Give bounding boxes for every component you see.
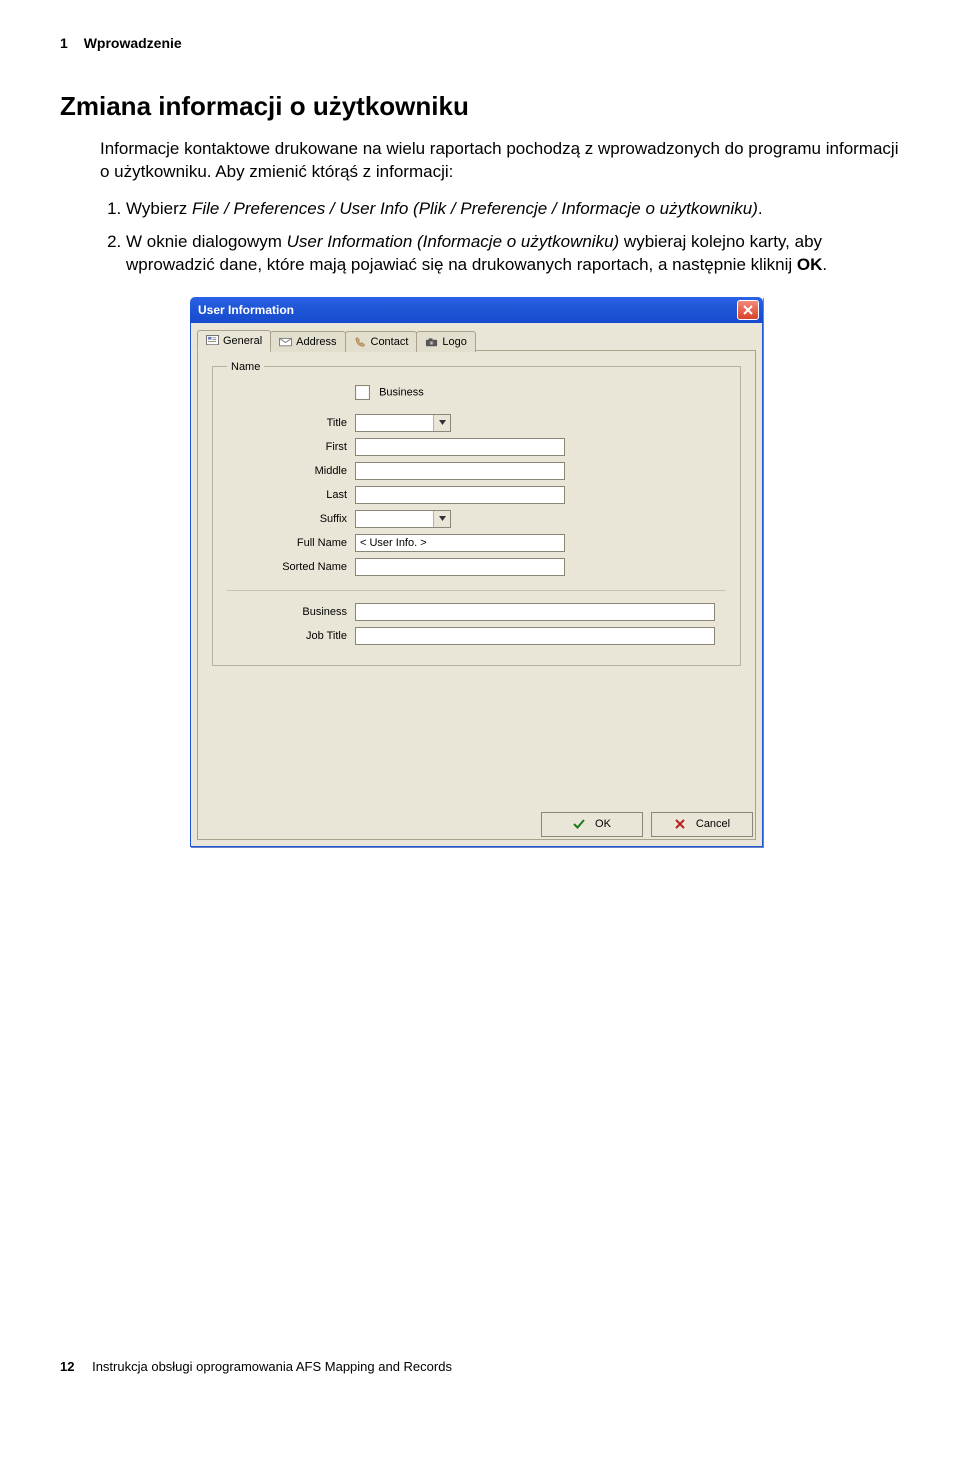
tab-general[interactable]: General	[197, 330, 271, 351]
steps-list: Wybierz File / Preferences / User Info (…	[100, 198, 900, 277]
section-intro: Informacje kontaktowe drukowane na wielu…	[100, 138, 900, 184]
check-icon	[573, 818, 585, 830]
tabs: General Address Contact	[197, 329, 756, 351]
suffix-combo[interactable]	[355, 510, 451, 528]
user-information-dialog: User Information General	[190, 297, 763, 847]
cancel-icon	[674, 818, 686, 830]
first-input[interactable]	[355, 438, 565, 456]
close-button[interactable]	[737, 300, 759, 320]
sortedname-input[interactable]	[355, 558, 565, 576]
tab-contact[interactable]: Contact	[345, 331, 418, 352]
business-label: Business	[227, 606, 355, 618]
phone-icon	[354, 337, 367, 348]
last-input[interactable]	[355, 486, 565, 504]
name-group: Name Business Title	[212, 361, 741, 666]
last-label: Last	[227, 489, 355, 501]
running-header: 1 Wprowadzenie	[60, 35, 900, 51]
ok-button[interactable]: OK	[541, 812, 643, 837]
tab-panel-general: Name Business Title	[197, 351, 756, 840]
step-dialog-name: User Information (Informacje o użytkowni…	[287, 232, 620, 251]
step-text-end: .	[822, 255, 827, 274]
business-input[interactable]	[355, 603, 715, 621]
tab-address[interactable]: Address	[270, 331, 345, 352]
step-menu-path: File / Preferences / User Info (Plik / P…	[192, 199, 758, 218]
step-text-end: .	[758, 199, 763, 218]
middle-input[interactable]	[355, 462, 565, 480]
jobtitle-label: Job Title	[227, 630, 355, 642]
titlebar[interactable]: User Information	[190, 297, 763, 323]
step-item: Wybierz File / Preferences / User Info (…	[126, 198, 900, 221]
doc-title: Instrukcja obsługi oprogramowania AFS Ma…	[92, 1359, 452, 1374]
step-item: W oknie dialogowym User Information (Inf…	[126, 231, 900, 277]
cancel-button-label: Cancel	[696, 818, 730, 830]
middle-label: Middle	[227, 465, 355, 477]
business-checkbox-label: Business	[379, 386, 424, 398]
title-combo[interactable]	[355, 414, 451, 432]
group-legend: Name	[227, 361, 264, 373]
camera-icon	[425, 337, 438, 348]
chapter-title: Wprowadzenie	[84, 35, 182, 51]
page-footer: 12 Instrukcja obsługi oprogramowania AFS…	[60, 1359, 452, 1374]
jobtitle-input[interactable]	[355, 627, 715, 645]
step-text: Wybierz	[126, 199, 192, 218]
tab-label: Contact	[371, 336, 409, 348]
fullname-input[interactable]	[355, 534, 565, 552]
button-row: OK Cancel	[541, 812, 753, 837]
page-number: 12	[60, 1359, 74, 1374]
cancel-button[interactable]: Cancel	[651, 812, 753, 837]
dialog-title: User Information	[198, 303, 294, 317]
step-ok: OK	[797, 255, 823, 274]
section-title: Zmiana informacji o użytkowniku	[60, 91, 900, 122]
ok-button-label: OK	[595, 818, 611, 830]
envelope-icon	[279, 337, 292, 348]
chapter-number: 1	[60, 35, 68, 51]
chevron-down-icon	[433, 415, 450, 431]
title-label: Title	[227, 417, 355, 429]
tab-logo[interactable]: Logo	[416, 331, 475, 352]
separator	[227, 590, 726, 591]
close-icon	[743, 305, 753, 315]
first-label: First	[227, 441, 355, 453]
tab-label: Logo	[442, 336, 466, 348]
suffix-label: Suffix	[227, 513, 355, 525]
sortedname-label: Sorted Name	[227, 561, 355, 573]
tab-label: Address	[296, 336, 336, 348]
tab-label: General	[223, 335, 262, 347]
chevron-down-icon	[433, 511, 450, 527]
fullname-label: Full Name	[227, 537, 355, 549]
business-checkbox[interactable]	[355, 385, 370, 400]
step-text: W oknie dialogowym	[126, 232, 287, 251]
card-icon	[206, 335, 219, 346]
